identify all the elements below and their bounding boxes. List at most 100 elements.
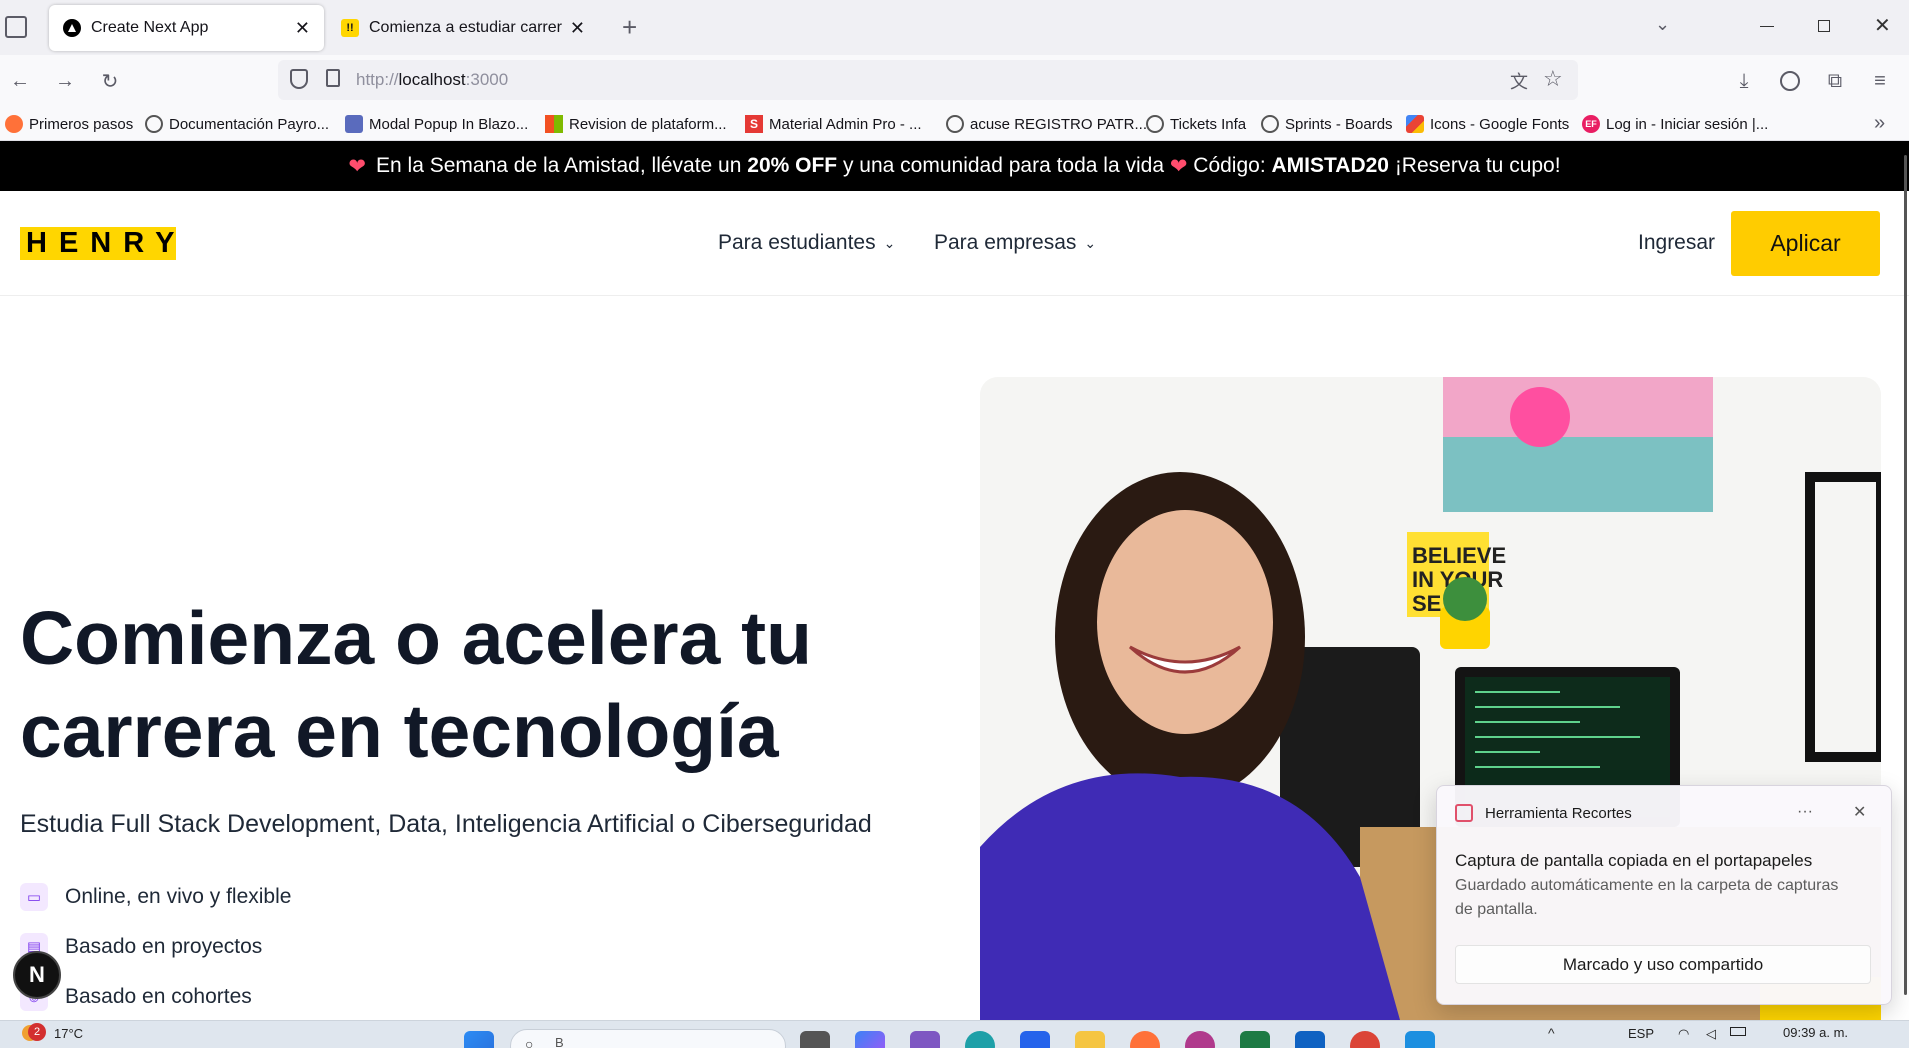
outlook-icon[interactable] bbox=[1295, 1031, 1325, 1048]
bookmark-item[interactable]: S Material Admin Pro - ... bbox=[745, 113, 922, 135]
bookmarks-bar: Primeros pasos Documentación Payro... Mo… bbox=[0, 107, 1909, 141]
back-icon[interactable]: ← bbox=[6, 67, 34, 95]
bookmark-label: Log in - Iniciar sesión |... bbox=[1606, 115, 1769, 133]
edge-icon[interactable] bbox=[965, 1031, 995, 1048]
bookmark-label: Modal Popup In Blazo... bbox=[369, 115, 529, 133]
language-indicator[interactable]: ESP bbox=[1628, 1026, 1654, 1041]
material-admin-icon: S bbox=[745, 115, 763, 133]
bookmark-item[interactable]: Primeros pasos bbox=[5, 113, 133, 135]
promo-text: y una comunidad para toda la vida bbox=[837, 154, 1170, 177]
bookmark-item[interactable]: EF Log in - Iniciar sesión |... bbox=[1582, 113, 1768, 135]
bookmark-label: Revision de plataform... bbox=[569, 115, 727, 133]
chevron-down-icon: ⌄ bbox=[1084, 234, 1097, 251]
bookmark-item[interactable]: Sprints - Boards bbox=[1261, 113, 1393, 135]
login-link[interactable]: Ingresar bbox=[1638, 231, 1715, 255]
bookmark-item[interactable]: Revision de plataform... bbox=[545, 113, 727, 135]
promo-banner: ❤ En la Semana de la Amistad, llévate un… bbox=[0, 141, 1909, 191]
markup-share-button[interactable]: Marcado y uso compartido bbox=[1455, 945, 1871, 984]
browser-nav-bar: ← → ↻ http://localhost:3000 文 ☆ ⤓ ⧉ ≡ bbox=[0, 55, 1909, 107]
feature-label: Basado en proyectos bbox=[65, 935, 263, 958]
url-text[interactable]: http://localhost:3000 bbox=[356, 70, 508, 90]
promo-discount: 20% OFF bbox=[747, 154, 838, 177]
forward-icon[interactable]: → bbox=[51, 67, 79, 95]
clock[interactable]: 09:39 a. m. bbox=[1783, 1025, 1848, 1040]
file-explorer-icon[interactable] bbox=[1075, 1031, 1105, 1048]
monitor-icon: ▭ bbox=[20, 883, 48, 911]
url-protocol: http:// bbox=[356, 70, 399, 89]
feature-item: ▭ Online, en vivo y flexible bbox=[20, 882, 291, 912]
nav-para-estudiantes[interactable]: Para estudiantes ⌄ bbox=[718, 231, 895, 255]
excel-icon[interactable] bbox=[1240, 1031, 1270, 1048]
bookmark-item[interactable]: Tickets Infa bbox=[1146, 113, 1246, 135]
snipping-tool-toast[interactable]: Herramienta Recortes ··· ✕ Captura de pa… bbox=[1436, 785, 1892, 1005]
network-icon[interactable]: ◠ bbox=[1678, 1026, 1689, 1042]
henry-favicon-icon: !! bbox=[341, 19, 359, 37]
sign-line-1: BELIEVE bbox=[1412, 543, 1506, 568]
chrome-icon[interactable] bbox=[1350, 1031, 1380, 1048]
new-tab-icon[interactable]: + bbox=[622, 12, 637, 43]
close-tab-icon[interactable]: ✕ bbox=[295, 18, 310, 39]
nav-para-empresas[interactable]: Para empresas ⌄ bbox=[934, 231, 1096, 255]
vscode-icon[interactable] bbox=[1405, 1031, 1435, 1048]
bookmark-label: Tickets Infa bbox=[1170, 115, 1247, 133]
bookmark-item[interactable]: acuse REGISTRO PATR... bbox=[946, 113, 1147, 135]
chevron-down-icon[interactable]: ⌄ bbox=[1655, 14, 1670, 35]
windows-start-icon[interactable] bbox=[464, 1031, 494, 1048]
nextjs-favicon-icon bbox=[63, 19, 81, 37]
close-tab-icon[interactable]: ✕ bbox=[570, 18, 585, 39]
visual-studio-icon[interactable] bbox=[910, 1031, 940, 1048]
more-bookmarks-icon[interactable]: » bbox=[1874, 112, 1885, 135]
screen-recorder-icon[interactable] bbox=[1185, 1031, 1215, 1048]
shield-icon[interactable] bbox=[290, 69, 308, 89]
restore-icon[interactable] bbox=[1818, 20, 1830, 32]
more-options-icon[interactable]: ··· bbox=[1797, 803, 1813, 821]
promo-text: ¡Reserva tu cupo! bbox=[1388, 154, 1561, 177]
account-icon[interactable] bbox=[1776, 67, 1804, 95]
copilot-icon[interactable] bbox=[855, 1031, 885, 1048]
globe-icon bbox=[1261, 115, 1279, 133]
windows-taskbar: 2 17°C ○ B ^ ESP ◠ ◁ 09:39 a. m. bbox=[0, 1020, 1909, 1048]
reload-icon[interactable]: ↻ bbox=[96, 67, 124, 95]
taskbar-search[interactable]: ○ B bbox=[510, 1029, 786, 1048]
weather-badge: 2 bbox=[28, 1023, 46, 1041]
url-bar[interactable]: http://localhost:3000 文 ☆ bbox=[278, 60, 1578, 100]
tab-henry[interactable]: !! Comienza a estudiar carreras en ✕ bbox=[327, 5, 599, 51]
firefox-icon bbox=[5, 115, 23, 133]
apply-button[interactable]: Aplicar bbox=[1731, 211, 1880, 276]
bookmark-item[interactable]: Icons - Google Fonts bbox=[1406, 113, 1569, 135]
bookmark-label: Primeros pasos bbox=[29, 115, 134, 133]
login-site-icon: EF bbox=[1582, 115, 1600, 133]
snipping-tool-icon bbox=[1455, 804, 1473, 822]
firefox-taskbar-icon[interactable] bbox=[1130, 1031, 1160, 1048]
battery-icon[interactable] bbox=[1730, 1027, 1746, 1036]
chevron-down-icon: ⌄ bbox=[883, 234, 896, 251]
tab-list-icon[interactable] bbox=[5, 16, 27, 38]
temperature[interactable]: 17°C bbox=[54, 1026, 83, 1041]
close-window-icon[interactable]: ✕ bbox=[1874, 13, 1891, 38]
bookmark-item[interactable]: Modal Popup In Blazo... bbox=[345, 113, 528, 135]
nextjs-dev-badge[interactable]: N bbox=[13, 951, 61, 999]
bookmark-label: Documentación Payro... bbox=[169, 115, 330, 133]
minimize-icon[interactable] bbox=[1760, 26, 1774, 27]
bookmark-item[interactable]: Documentación Payro... bbox=[145, 113, 329, 135]
download-icon[interactable]: ⤓ bbox=[1730, 67, 1758, 95]
task-view-icon[interactable] bbox=[800, 1031, 830, 1048]
close-toast-icon[interactable]: ✕ bbox=[1853, 802, 1866, 822]
page-icon[interactable] bbox=[326, 69, 340, 87]
translate-icon[interactable]: 文 bbox=[1510, 68, 1528, 94]
page-scrollbar[interactable] bbox=[1904, 155, 1907, 995]
sign-line-3: SE bbox=[1412, 591, 1441, 616]
google-fonts-icon bbox=[1406, 115, 1424, 133]
henry-logo[interactable]: HENRY bbox=[20, 227, 176, 260]
store-icon[interactable] bbox=[1020, 1031, 1050, 1048]
show-hidden-icons[interactable]: ^ bbox=[1548, 1025, 1555, 1041]
bookmark-star-icon[interactable]: ☆ bbox=[1543, 66, 1563, 92]
promo-text: Código: bbox=[1187, 154, 1272, 177]
menu-icon[interactable]: ≡ bbox=[1866, 67, 1894, 95]
extensions-icon[interactable]: ⧉ bbox=[1821, 67, 1849, 95]
tab-create-next-app[interactable]: Create Next App ✕ bbox=[49, 5, 324, 51]
tab-label: Comienza a estudiar carreras en bbox=[369, 19, 562, 36]
globe-icon bbox=[145, 115, 163, 133]
volume-icon[interactable]: ◁ bbox=[1706, 1026, 1716, 1042]
blazor-icon bbox=[345, 115, 363, 133]
